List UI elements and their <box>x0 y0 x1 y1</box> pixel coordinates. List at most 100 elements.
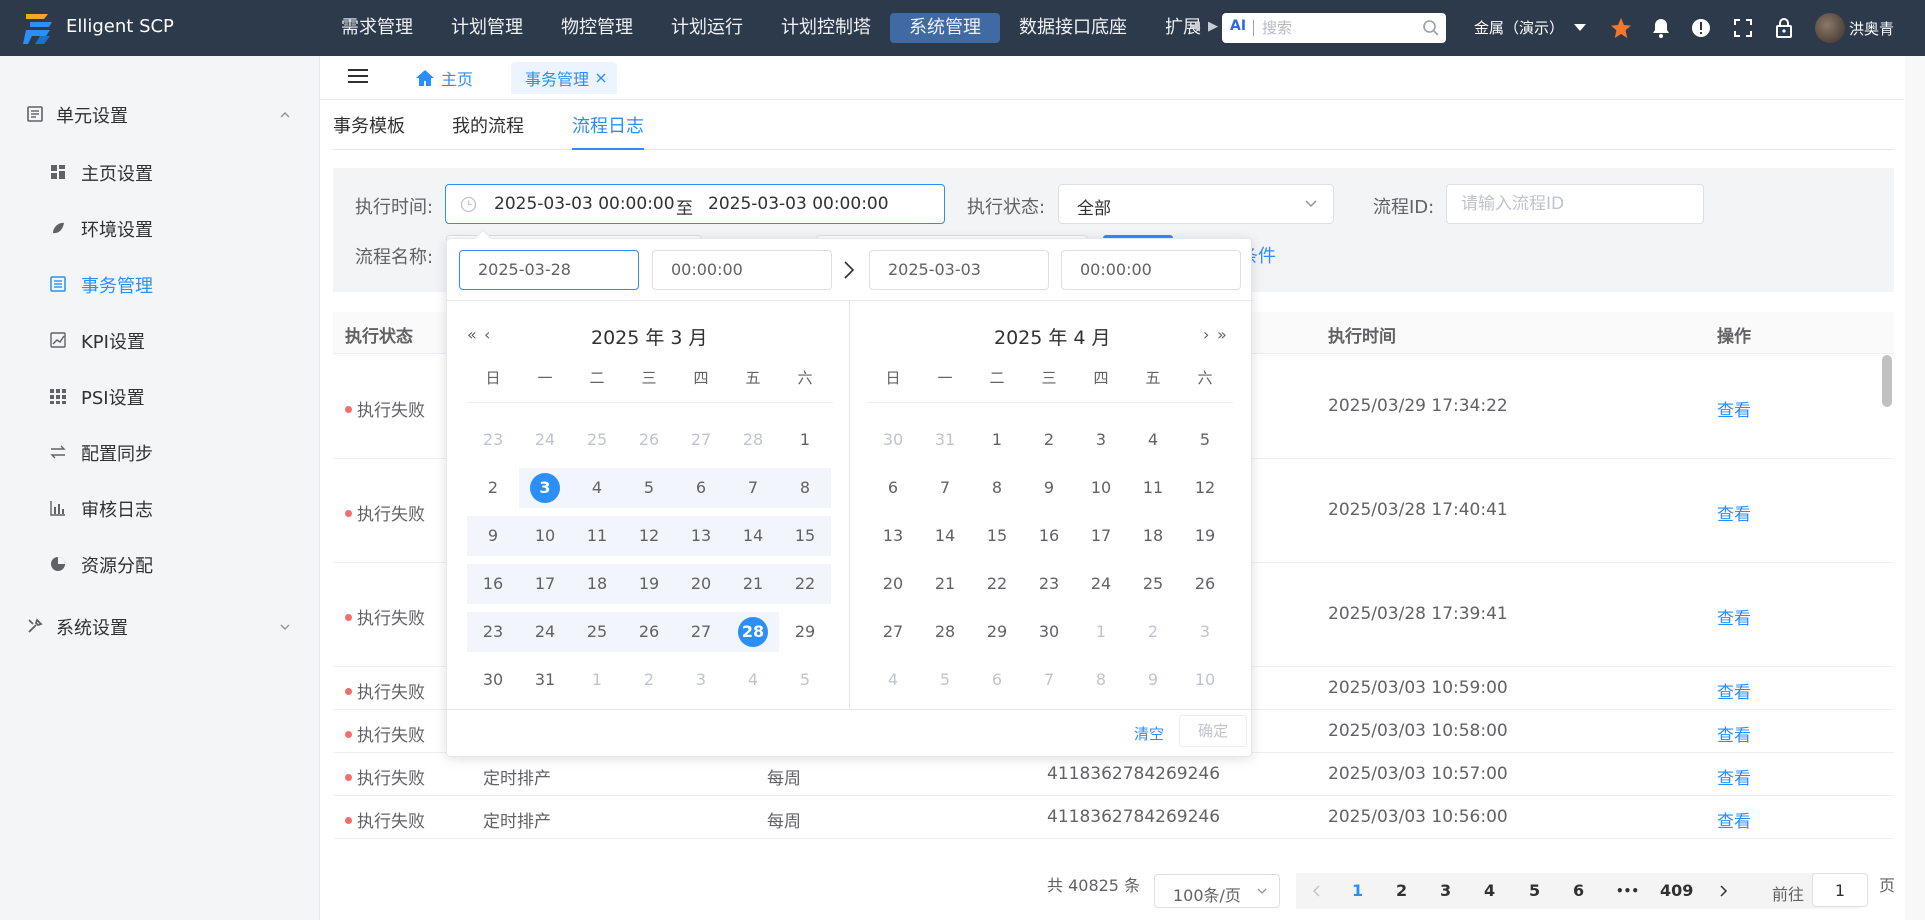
table-scrollbar-thumb[interactable] <box>1882 355 1892 407</box>
search-icon[interactable] <box>1422 19 1440 37</box>
calendar-day[interactable]: 18 <box>571 564 623 604</box>
picker-end-time-input[interactable]: 00:00:00 <box>1061 250 1241 290</box>
nav-scroll-left-icon[interactable]: ◀ <box>1188 17 1202 37</box>
clear-button[interactable]: 清空 <box>1134 723 1164 744</box>
subtab-my-flows[interactable]: 我的流程 <box>452 112 524 150</box>
view-link[interactable]: 查看 <box>1717 764 1751 789</box>
calendar-day[interactable]: 14 <box>919 516 971 556</box>
calendar-day[interactable]: 18 <box>1127 516 1179 556</box>
calendar-day[interactable]: 17 <box>519 564 571 604</box>
user-name[interactable]: 洪奥青 <box>1849 18 1894 39</box>
calendar-day[interactable]: 12 <box>1179 468 1231 508</box>
calendar-day[interactable]: 26 <box>623 612 675 652</box>
picker-start-date-input[interactable]: 2025-03-28 <box>459 250 639 290</box>
page-4[interactable]: 4 <box>1484 881 1495 900</box>
calendar-day[interactable]: 8 <box>779 468 831 508</box>
calendar-day[interactable]: 8 <box>1075 660 1127 700</box>
calendar-day[interactable]: 15 <box>779 516 831 556</box>
calendar-day[interactable]: 23 <box>1023 564 1075 604</box>
next-page-icon[interactable] <box>1718 885 1728 897</box>
calendar-day[interactable]: 17 <box>1075 516 1127 556</box>
view-link[interactable]: 查看 <box>1717 721 1751 746</box>
calendar-day[interactable]: 1 <box>571 660 623 700</box>
calendar-day[interactable]: 27 <box>675 612 727 652</box>
fullscreen-icon[interactable] <box>1731 16 1755 40</box>
calendar-day[interactable]: 9 <box>467 516 519 556</box>
calendar-day[interactable]: 4 <box>727 660 779 700</box>
app-logo[interactable] <box>22 10 56 46</box>
range-start-value[interactable]: 2025-03-03 00:00:00 <box>494 194 675 214</box>
picker-start-time-input[interactable]: 00:00:00 <box>652 250 832 290</box>
calendar-day[interactable]: 11 <box>1127 468 1179 508</box>
calendar-day[interactable]: 1 <box>971 420 1023 460</box>
sidebar-item-7[interactable]: 资源分配 <box>0 536 320 592</box>
avatar[interactable] <box>1815 13 1845 43</box>
calendar-day[interactable]: 29 <box>971 612 1023 652</box>
calendar-day[interactable]: 25 <box>571 420 623 460</box>
page-last[interactable]: 409 <box>1660 881 1693 900</box>
calendar-day[interactable]: 24 <box>519 420 571 460</box>
calendar-day[interactable]: 4 <box>867 660 919 700</box>
calendar-day[interactable]: 16 <box>1023 516 1075 556</box>
calendar-day[interactable]: 19 <box>623 564 675 604</box>
sidebar-item-1[interactable]: 环境设置 <box>0 200 320 256</box>
calendar-day[interactable]: 3 <box>519 468 571 508</box>
calendar-day[interactable]: 7 <box>727 468 779 508</box>
sidebar-group-system-settings[interactable]: 系统设置 <box>0 598 320 654</box>
sidebar-item-5[interactable]: 配置同步 <box>0 424 320 480</box>
calendar-day[interactable]: 26 <box>623 420 675 460</box>
tab-home[interactable]: 主页 <box>415 64 473 92</box>
goto-page-input[interactable] <box>1812 873 1868 907</box>
calendar-day[interactable]: 19 <box>1179 516 1231 556</box>
sidebar-item-2[interactable]: 事务管理 <box>0 256 320 312</box>
page-2[interactable]: 2 <box>1396 881 1407 900</box>
topnav-item-0[interactable]: 需求管理 <box>322 13 432 43</box>
tab-transaction-management[interactable]: 事务管理 <box>511 62 618 94</box>
calendar-day[interactable]: 3 <box>1075 420 1127 460</box>
bell-icon[interactable] <box>1649 16 1673 40</box>
calendar-day[interactable]: 6 <box>675 468 727 508</box>
page-6[interactable]: 6 <box>1573 881 1584 900</box>
page-scrollbar[interactable] <box>1905 56 1925 920</box>
calendar-day[interactable]: 23 <box>467 420 519 460</box>
calendar-day[interactable]: 10 <box>519 516 571 556</box>
view-link[interactable]: 查看 <box>1717 807 1751 832</box>
sidebar-item-3[interactable]: KPI设置 <box>0 312 320 368</box>
calendar-day[interactable]: 22 <box>779 564 831 604</box>
topnav-item-1[interactable]: 计划管理 <box>432 13 542 43</box>
calendar-day[interactable]: 1 <box>779 420 831 460</box>
calendar-day[interactable]: 6 <box>867 468 919 508</box>
calendar-day[interactable]: 5 <box>1179 420 1231 460</box>
page-3[interactable]: 3 <box>1440 881 1451 900</box>
calendar-day[interactable]: 11 <box>571 516 623 556</box>
calendar-day[interactable]: 31 <box>519 660 571 700</box>
topnav-item-5[interactable]: 系统管理 <box>890 13 1000 43</box>
sidebar-group-unit-settings[interactable]: 单元设置 <box>0 86 320 142</box>
confirm-button[interactable]: 确定 <box>1179 715 1247 747</box>
calendar-day[interactable]: 2 <box>1023 420 1075 460</box>
calendar-day[interactable]: 30 <box>467 660 519 700</box>
view-link[interactable]: 查看 <box>1717 604 1751 629</box>
calendar-day[interactable]: 16 <box>467 564 519 604</box>
calendar-day[interactable]: 31 <box>919 420 971 460</box>
calendar-day[interactable]: 9 <box>1127 660 1179 700</box>
calendar-day[interactable]: 25 <box>1127 564 1179 604</box>
topnav-item-3[interactable]: 计划运行 <box>652 13 762 43</box>
calendar-day[interactable]: 23 <box>467 612 519 652</box>
search-input[interactable] <box>1262 18 1412 38</box>
page-1[interactable]: 1 <box>1352 881 1363 900</box>
calendar-day[interactable]: 3 <box>1179 612 1231 652</box>
calendar-day[interactable]: 5 <box>623 468 675 508</box>
calendar-day[interactable]: 28 <box>727 612 779 652</box>
calendar-day[interactable]: 8 <box>971 468 1023 508</box>
exec-time-range-picker[interactable]: 2025-03-03 00:00:00 至 2025-03-03 00:00:0… <box>445 184 945 224</box>
calendar-day[interactable]: 15 <box>971 516 1023 556</box>
nav-scroll-right-icon[interactable]: ▶ <box>1206 17 1220 37</box>
flow-id-input[interactable] <box>1446 184 1704 224</box>
star-icon[interactable] <box>1609 16 1633 40</box>
close-icon[interactable] <box>595 72 607 84</box>
caret-down-icon[interactable] <box>1574 24 1586 31</box>
calendar-day[interactable]: 25 <box>571 612 623 652</box>
view-link[interactable]: 查看 <box>1717 678 1751 703</box>
calendar-day[interactable]: 13 <box>675 516 727 556</box>
